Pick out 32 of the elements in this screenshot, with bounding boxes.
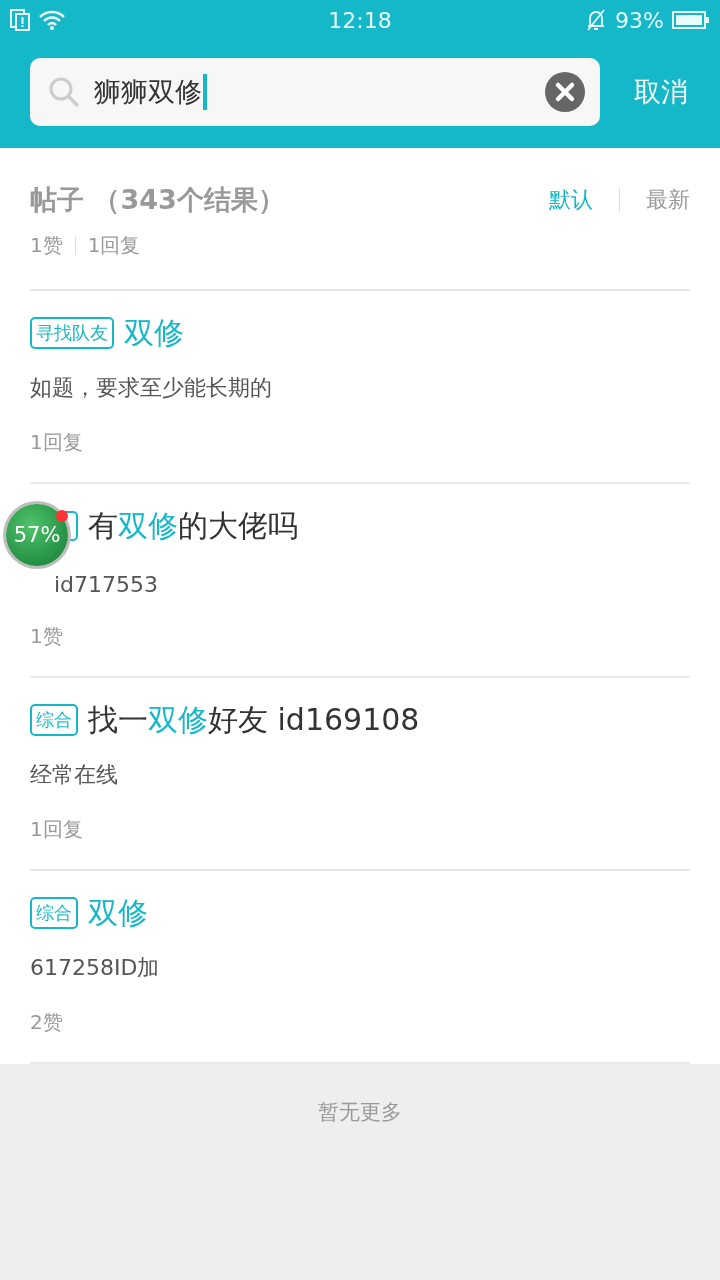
- battery-percent: 93%: [615, 7, 664, 33]
- cancel-button[interactable]: 取消: [634, 74, 688, 110]
- post-excerpt: 617258ID加: [30, 954, 161, 982]
- search-field[interactable]: 狮狮双修: [30, 58, 600, 126]
- results-heading: 帖子 （343个结果）: [30, 183, 286, 217]
- category-tag: 综合: [30, 704, 78, 736]
- post-stats: 1回复: [30, 429, 84, 456]
- post-title[interactable]: 找一双修好友 id169108: [88, 699, 420, 741]
- category-tag: 寻找队友: [30, 317, 114, 349]
- sort-tab[interactable]: 默认: [549, 185, 593, 215]
- post-excerpt: 经常在线: [30, 761, 119, 789]
- no-more-text: 暂无更多: [318, 1099, 402, 1126]
- post-excerpt: id717553: [54, 572, 160, 597]
- sort-tab[interactable]: 最新: [646, 185, 690, 215]
- clear-icon[interactable]: [544, 71, 586, 113]
- post-stats: 1赞: [30, 623, 64, 650]
- post-stats: 2赞: [30, 1009, 64, 1036]
- post-title[interactable]: 双修: [124, 312, 184, 354]
- floating-badge[interactable]: 57%: [6, 504, 68, 566]
- sim-alert-icon: [10, 9, 30, 31]
- post-excerpt: 如题，要求至少能长期的: [30, 374, 273, 402]
- category-tag: 综合: [30, 897, 78, 929]
- stat-text: 1赞: [30, 232, 63, 259]
- wifi-icon: [38, 9, 66, 31]
- post-stats: 1回复: [30, 816, 84, 843]
- post-title[interactable]: 双修: [88, 892, 148, 934]
- stat-text: 1回复: [87, 232, 141, 259]
- post-title[interactable]: 有双修的大佬吗: [88, 505, 298, 547]
- bell-muted-icon: [585, 8, 608, 32]
- status-time: 12:18: [328, 7, 392, 33]
- battery-icon: [672, 10, 710, 30]
- search-icon: [48, 76, 80, 108]
